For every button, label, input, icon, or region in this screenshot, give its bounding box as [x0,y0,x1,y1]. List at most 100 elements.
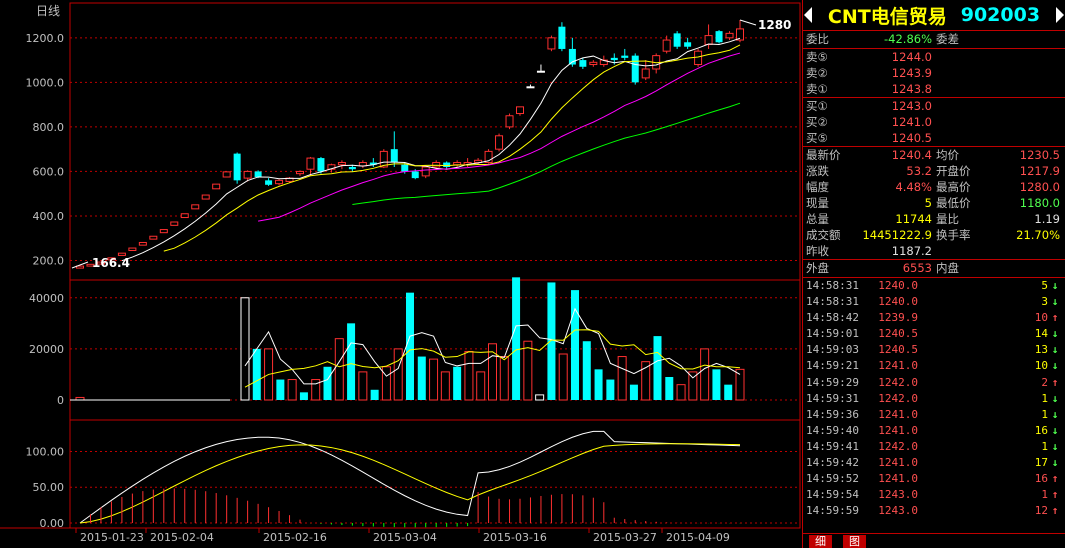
stat-value: 1187.2 [891,244,932,258]
stat-value: 1240.4 [891,148,932,162]
ask-label: 卖① [806,82,828,96]
candle-body [212,183,221,190]
tick-price: 1242.0 [878,375,918,389]
candle-body [621,55,629,58]
ask-price: 1244.0 [891,50,932,64]
tick-price: 1242.0 [878,439,918,453]
arrow-up-icon: ↑ [1051,472,1059,486]
stat-label: 最低价 [936,196,971,210]
tick-time: 14:59:03 [806,343,859,357]
stat-value: 5 [924,196,932,210]
candle-body [222,171,231,178]
arrow-up-icon: ↑ [1051,488,1059,502]
arrow-down-icon: ↓ [1051,423,1059,437]
tick-time: 14:59:42 [806,456,859,470]
volume-bar [358,371,368,401]
ask-row: 卖⑤ 1244.028 [803,49,1065,65]
volume-tick-label: 0 [57,394,64,407]
candle-body [453,162,462,166]
arrow-up-icon: ↑ [1051,311,1059,325]
weicha-label: 委差 [936,32,959,46]
panel-tabs: 细 图 [803,533,1065,548]
tick-row: 14:59:42 1241.0 17 ↓ [803,455,1065,471]
candle-body [526,86,535,89]
ask-label: 卖② [806,66,828,80]
stat-label: 昨收 [806,244,829,258]
tick-volume: 5 [1041,279,1048,292]
volume-bar [547,282,556,400]
tick-row: 14:58:31 1240.0 5 ↓ [803,278,1065,294]
candle-body [201,194,210,200]
volume-bar [323,366,332,400]
price-tick-label: 1000.0 [26,76,65,89]
tab-detail[interactable]: 细 [809,535,832,548]
tick-row: 14:59:36 1241.0 1 ↓ [803,407,1065,423]
tick-volume: 10 [1034,359,1048,373]
ask-row: 卖② 1243.96 [803,65,1065,81]
candle-body [421,166,430,177]
tick-time: 14:59:54 [806,488,859,502]
weicha-value: 57 [972,31,1065,48]
date-label: 2015-02-16 [263,531,327,544]
bid-label: 买① [806,99,828,113]
high-marker-line [739,19,757,26]
volume-bar [617,356,627,401]
candle-body [558,26,566,49]
tick-row: 14:59:52 1241.0 16 ↑ [803,471,1065,487]
volume-bar [240,297,250,401]
candle-body [589,61,598,66]
stat-value: 53.2 [906,164,932,178]
dea-line [79,443,741,524]
prev-stock-icon[interactable] [804,7,812,23]
tick-volume: 1 [1041,407,1048,421]
bid-row: 买① 1243.021 [803,98,1065,114]
tick-volume: 10 [1034,311,1048,325]
volume-bar [464,350,474,401]
tick-time: 14:59:40 [806,423,859,437]
ask-price: 1243.8 [891,82,932,96]
tick-list[interactable]: 14:58:31 1240.0 5 ↓ 14:58:31 1240.0 3 ↓ 14:58:42… [803,278,1065,519]
stat-row: 成交额 14451222.9 换手率 21.70% [803,227,1065,243]
volume-bar [440,371,450,401]
stat-label: 开盘价 [936,164,971,178]
tick-volume: 16 [1034,423,1048,437]
next-stock-icon[interactable] [1056,7,1064,23]
tick-row: 14:59:01 1240.5 14 ↓ [803,326,1065,342]
kline-chart[interactable]: 日线 1200.0 1000.0 800.0 600.0 400.0 200.0 40000 2… [0,0,802,548]
candle-body [128,247,137,251]
tick-time: 14:59:29 [806,375,859,389]
tick-volume: 14 [1034,327,1048,341]
ask-volume: 61 [932,81,1065,97]
volume-bar [665,377,674,400]
candle-body [337,162,346,166]
tab-chart[interactable]: 图 [843,535,866,548]
bid-label: 买② [806,115,828,129]
tick-volume: 1 [1041,439,1048,453]
candle-body [254,171,262,178]
stat-value: 1230.5 [1019,148,1060,162]
ask-volume: 28 [932,49,1065,65]
tick-price: 1240.5 [878,327,918,341]
candle-body [536,70,545,73]
tick-time: 14:59:21 [806,359,859,373]
stat-label: 成交额 [806,228,841,242]
tick-time: 14:59:52 [806,472,859,486]
weibi-value: -42.86% [884,32,932,46]
date-label: 2015-03-27 [593,531,657,544]
arrow-down-icon: ↓ [1051,343,1059,357]
volume-bar [417,356,426,400]
stat-label: 最新价 [806,148,841,162]
tick-volume: 1 [1041,391,1048,405]
volume-bar [582,341,591,400]
stat-label: 换手率 [936,228,971,242]
dif-line [79,430,741,524]
arrow-down-icon: ↓ [1051,295,1059,309]
candle-body [296,170,304,175]
volume-bar [629,384,638,400]
candle-body [684,42,692,47]
stat-value: 1180.0 [1019,196,1060,210]
period-label: 日线 [36,4,60,18]
candle-body [265,180,273,185]
candle-body [149,235,158,240]
tick-row: 14:59:21 1241.0 10 ↓ [803,358,1065,374]
